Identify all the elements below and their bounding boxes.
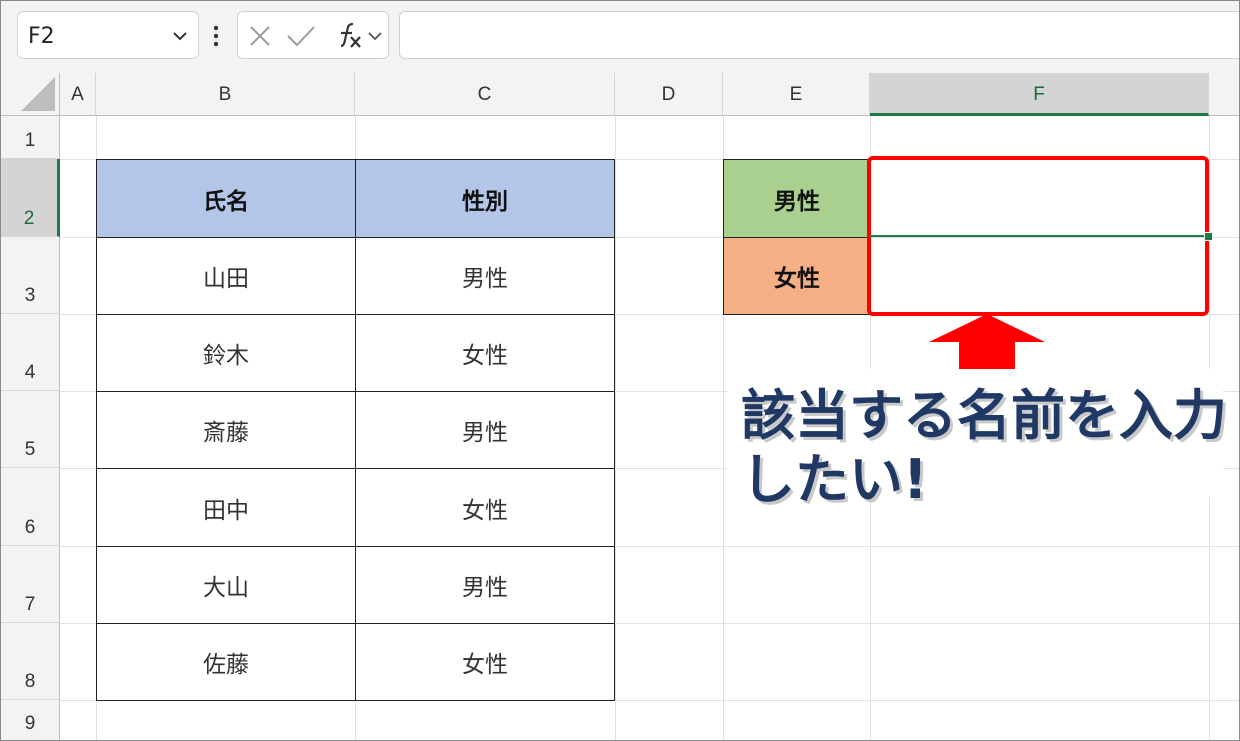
cancel-icon[interactable] [248,24,272,48]
row-number: 1 [24,130,36,151]
row-header-3[interactable]: 3 [1,237,60,314]
callout-line-2: したい! [741,448,928,511]
column-header-a[interactable]: A [60,73,96,116]
column-header-d[interactable]: D [615,73,723,116]
row-number: 8 [24,671,36,692]
row-header-5[interactable]: 5 [1,391,60,468]
arrow-up-icon [929,314,1045,372]
table-cell-name[interactable]: 田中 [96,468,356,547]
row-number: 6 [24,517,36,538]
male-label-cell[interactable]: 男性 [723,159,871,238]
row-number: 3 [24,285,36,306]
table-header-gender[interactable]: 性別 [355,159,615,238]
gridline [615,116,616,740]
column-header-g[interactable] [1209,73,1239,116]
column-header-f[interactable]: F [870,73,1209,116]
table-cell-name[interactable]: 大山 [96,546,356,624]
table-header-name[interactable]: 氏名 [96,159,356,238]
name-box[interactable]: F2 [17,11,199,59]
select-all-button[interactable] [1,73,60,116]
table-cell-name[interactable]: 斎藤 [96,391,356,469]
column-header-b[interactable]: B [96,73,355,116]
enter-check-icon[interactable] [286,24,316,48]
chevron-down-icon[interactable] [170,26,190,46]
insert-function-icon[interactable] [332,22,362,50]
table-cell-gender[interactable]: 男性 [355,391,615,469]
row-header-6[interactable]: 6 [1,468,60,546]
table-cell-gender[interactable]: 女性 [355,468,615,547]
table-cell-gender[interactable]: 男性 [355,237,615,315]
more-options-icon[interactable] [211,23,221,49]
column-header-e[interactable]: E [723,73,870,116]
table-cell-name[interactable]: 山田 [96,237,356,315]
row-header-9[interactable]: 9 [1,700,60,740]
table-cell-gender[interactable]: 女性 [355,314,615,392]
table-cell-gender[interactable]: 男性 [355,546,615,624]
row-number: 9 [24,713,36,734]
row-header-1[interactable]: 1 [1,116,60,159]
table-cell-name[interactable]: 佐藤 [96,623,356,701]
chevron-down-icon[interactable] [366,26,384,46]
row-header-8[interactable]: 8 [1,623,60,700]
worksheet-grid: A B C D E F 1 2 3 4 5 6 7 8 9 氏名 性別 山田 男… [1,73,1239,740]
row-header-4[interactable]: 4 [1,314,60,391]
formula-buttons [237,11,389,59]
formula-bar: F2 [1,1,1239,73]
table-cell-name[interactable]: 鈴木 [96,314,356,392]
column-header-c[interactable]: C [355,73,615,116]
row-header-7[interactable]: 7 [1,546,60,623]
row-number: 4 [24,362,36,383]
name-box-value: F2 [28,24,55,49]
row-number: 5 [24,439,36,460]
row-number: 2 [23,208,35,229]
fill-handle[interactable] [1204,232,1213,241]
table-cell-gender[interactable]: 女性 [355,623,615,701]
active-cell-border [870,235,1206,237]
spreadsheet-window: F2 A B C D E F 1 2 3 4 5 6 7 8 9 氏名 性別 山… [0,0,1240,741]
female-label-cell[interactable]: 女性 [723,237,871,315]
formula-input[interactable] [399,11,1239,59]
row-number: 7 [24,594,36,615]
row-header-2[interactable]: 2 [1,159,60,237]
